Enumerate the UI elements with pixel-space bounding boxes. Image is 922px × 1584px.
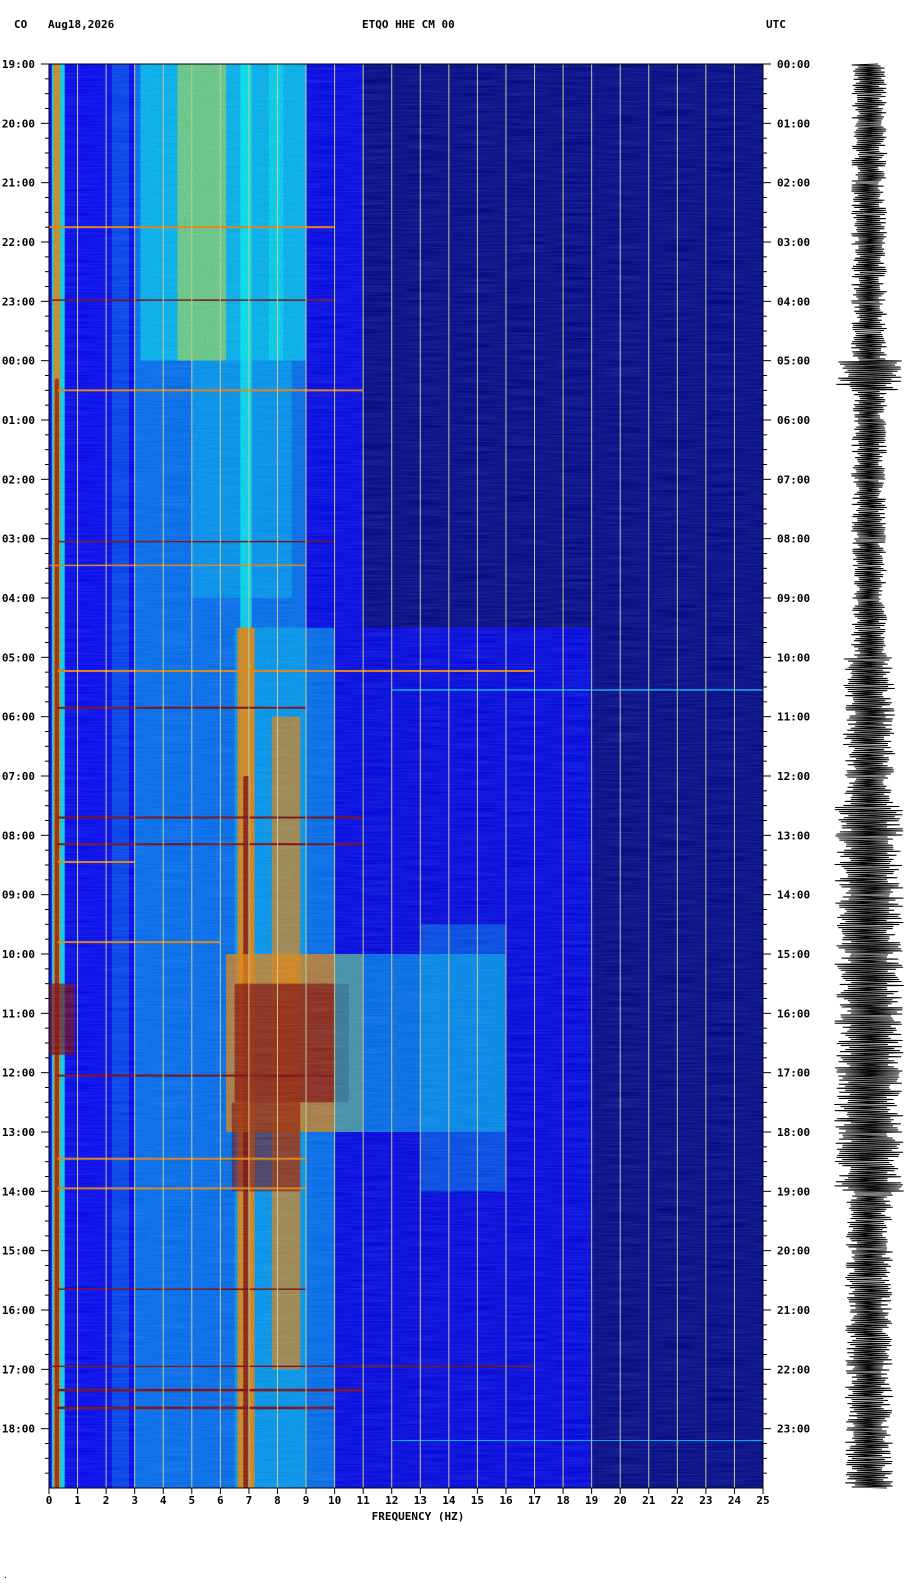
time-label: 06:00	[777, 414, 810, 427]
x-tick-label: 19	[585, 1494, 598, 1507]
time-label: 13:00	[2, 1126, 35, 1139]
time-label: 17:00	[2, 1363, 35, 1376]
x-tick-label: 3	[131, 1494, 138, 1507]
x-tick-label: 22	[671, 1494, 684, 1507]
x-tick-label: 6	[217, 1494, 224, 1507]
time-label: 04:00	[2, 592, 35, 605]
time-label: 21:00	[2, 177, 35, 190]
x-tick-label: 23	[699, 1494, 712, 1507]
time-label: 22:00	[2, 236, 35, 249]
time-label: 07:00	[777, 473, 810, 486]
x-tick-label: 4	[160, 1494, 167, 1507]
x-tick-label: 1	[74, 1494, 81, 1507]
x-tick-label: 11	[357, 1494, 371, 1507]
time-label: 14:00	[2, 1185, 35, 1198]
time-label: 11:00	[2, 1007, 35, 1020]
x-tick-label: 8	[274, 1494, 281, 1507]
time-label: 19:00	[777, 1185, 810, 1198]
x-tick-label: 14	[442, 1494, 456, 1507]
right-time-axis: 00:00 01:00 02:00 03:00 04:00 05:00 06:00 07:00…	[763, 58, 810, 1474]
time-label: 20:00	[777, 1245, 810, 1258]
time-label: 00:00	[777, 58, 810, 71]
x-tick-label: 10	[328, 1494, 341, 1507]
spectrogram-streak-texture	[49, 64, 763, 1488]
frequency-axis: 0 1 2 3 4 5 6 7 8 9 10 11 12 13 14 15 16 17 18 19 20 21 22 23 24…	[46, 1488, 770, 1507]
time-label: 15:00	[2, 1245, 35, 1258]
time-label: 08:00	[2, 829, 35, 842]
x-tick-label: 9	[303, 1494, 310, 1507]
x-tick-label: 5	[188, 1494, 195, 1507]
time-label: 19:00	[2, 58, 35, 71]
time-label: 10:00	[777, 651, 810, 664]
x-tick-label: 18	[556, 1494, 569, 1507]
time-label: 05:00	[777, 355, 810, 368]
time-label: 16:00	[2, 1304, 35, 1317]
x-tick-label: 2	[103, 1494, 110, 1507]
time-label: 05:00	[2, 651, 35, 664]
time-label: 01:00	[777, 117, 810, 130]
time-label: 21:00	[777, 1304, 810, 1317]
time-label: 09:00	[2, 889, 35, 902]
time-label: 03:00	[777, 236, 810, 249]
time-label: 04:00	[777, 295, 810, 308]
time-label: 15:00	[777, 948, 810, 961]
time-label: 03:00	[2, 533, 35, 546]
time-label: 08:00	[777, 533, 810, 546]
time-label: 02:00	[777, 177, 810, 190]
time-label: 09:00	[777, 592, 810, 605]
seismogram-trace	[834, 63, 904, 1489]
time-label: 00:00	[2, 355, 35, 368]
time-label: 14:00	[777, 889, 810, 902]
left-time-axis: 19:00 20:00 21:00 22:00 23:00 00:00 01:00 02:00…	[2, 58, 49, 1474]
x-tick-label: 7	[246, 1494, 253, 1507]
time-label: 16:00	[777, 1007, 810, 1020]
time-label: 06:00	[2, 711, 35, 724]
time-label: 12:00	[777, 770, 810, 783]
x-tick-label: 13	[414, 1494, 427, 1507]
time-label: 23:00	[2, 295, 35, 308]
x-axis-label: FREQUENCY (HZ)	[372, 1510, 465, 1523]
x-tick-label: 17	[528, 1494, 541, 1507]
time-label: 11:00	[777, 711, 810, 724]
time-label: 23:00	[777, 1423, 810, 1436]
x-tick-label: 15	[471, 1494, 484, 1507]
time-label: 12:00	[2, 1067, 35, 1080]
time-label: 13:00	[777, 829, 810, 842]
time-label: 02:00	[2, 473, 35, 486]
x-tick-label: 20	[614, 1494, 627, 1507]
x-tick-label: 25	[756, 1494, 769, 1507]
x-tick-label: 21	[642, 1494, 656, 1507]
corner-mark: ·	[3, 1573, 8, 1582]
time-label: 22:00	[777, 1363, 810, 1376]
time-label: 20:00	[2, 117, 35, 130]
x-tick-label: 24	[728, 1494, 742, 1507]
time-label: 18:00	[2, 1423, 35, 1436]
spectrogram-chart: 0 1 2 3 4 5 6 7 8 9 10 11 12 13 14 15 16 17 18 19 20 21 22 23 24…	[2, 58, 904, 1582]
time-label: 18:00	[777, 1126, 810, 1139]
time-label: 01:00	[2, 414, 35, 427]
x-tick-label: 0	[46, 1494, 53, 1507]
time-label: 07:00	[2, 770, 35, 783]
x-tick-label: 12	[385, 1494, 398, 1507]
time-label: 17:00	[777, 1067, 810, 1080]
seismogram-line	[834, 63, 904, 1489]
time-label: 10:00	[2, 948, 35, 961]
x-tick-label: 16	[499, 1494, 513, 1507]
